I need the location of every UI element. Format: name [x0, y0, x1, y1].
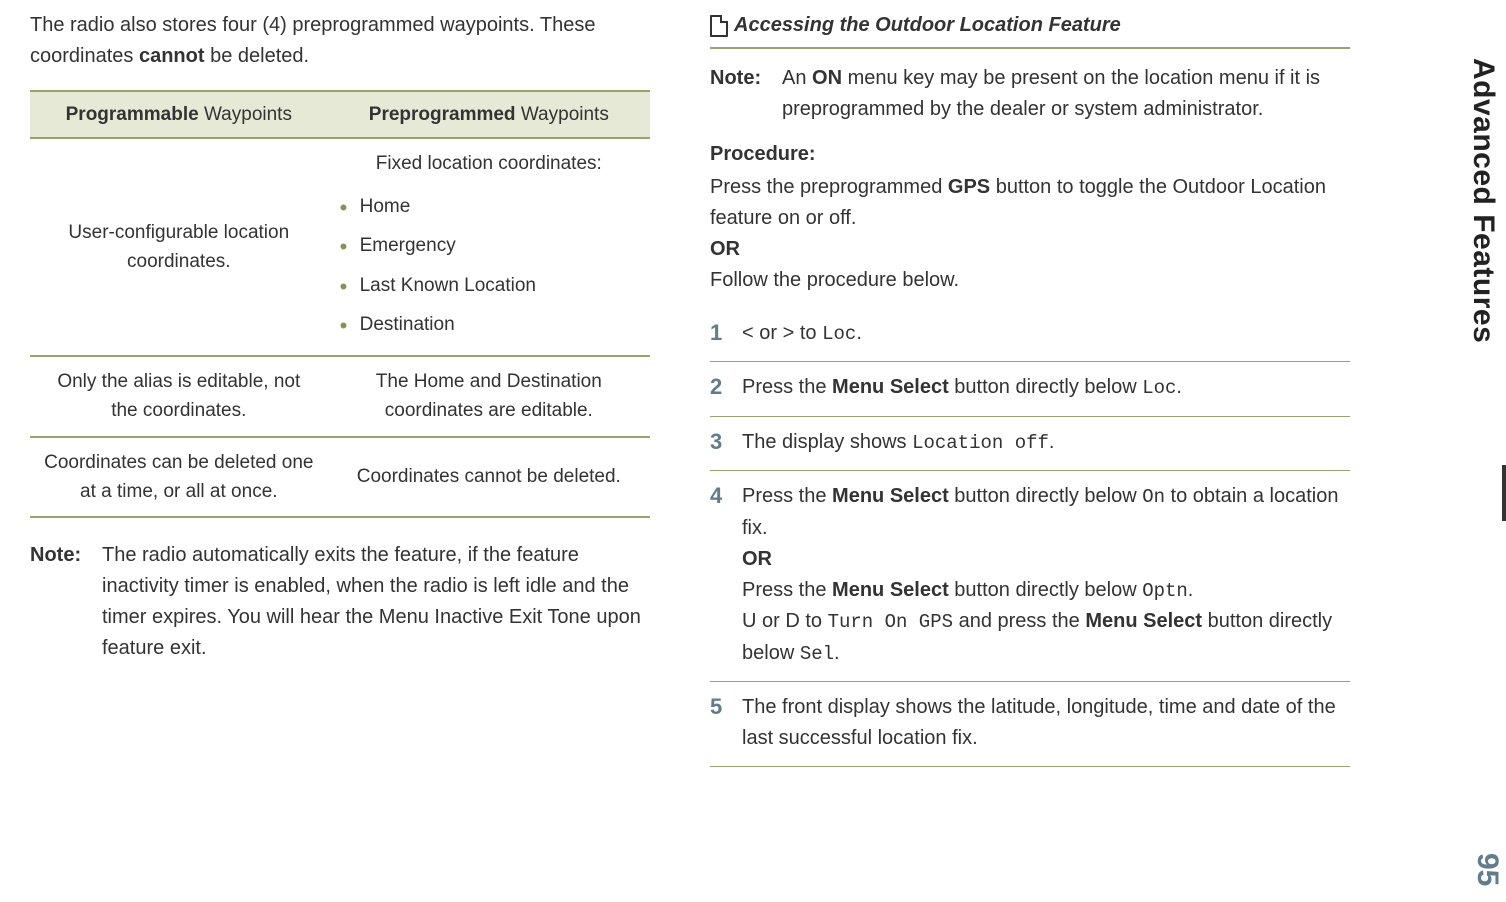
fixed-title: Fixed location coordinates: [340, 149, 638, 178]
cell: Fixed location coordinates: Home Emergen… [328, 138, 650, 355]
step-item: Press the Menu Select button directly be… [710, 362, 1350, 416]
text: to [805, 610, 827, 632]
text-bold: GPS [948, 176, 990, 198]
code: On [1142, 486, 1165, 508]
step-item: < or > to Loc. [710, 308, 1350, 362]
section-title: Accessing the Outdoor Location Feature [710, 10, 1350, 49]
text: Press the [742, 579, 832, 601]
note-block: Note: The radio automatically exits the … [30, 540, 650, 664]
cell: User-configurable location coordinates. [30, 138, 328, 355]
step-item: Press the Menu Select button directly be… [710, 471, 1350, 682]
list-item: Destination [340, 305, 638, 344]
text: button directly below [949, 579, 1142, 601]
note-label: Note: [710, 63, 772, 125]
section-title-text: Accessing the Outdoor Location Feature [734, 10, 1121, 41]
text: button directly below [949, 485, 1142, 507]
text: or [759, 322, 777, 344]
th-rest: Waypoints [199, 104, 292, 125]
code: Location off [912, 432, 1049, 454]
procedure-label: Procedure: [710, 139, 1350, 170]
text-bold: Menu Select [832, 485, 949, 507]
side-tab-label: Advanced Features [1466, 58, 1500, 343]
right-column: Accessing the Outdoor Location Feature N… [710, 10, 1350, 882]
th-bold: Preprogrammed [369, 104, 516, 125]
text: The front display shows the latitude, lo… [742, 696, 1336, 749]
text-bold: cannot [139, 45, 205, 67]
note-label: Note: [30, 540, 92, 664]
table-row: Coordinates can be deleted one at a time… [30, 437, 650, 518]
table-row: Only the alias is editable, not the coor… [30, 356, 650, 437]
step-item: The display shows Location off. [710, 417, 1350, 471]
fixed-list: Home Emergency Last Known Location Desti… [340, 187, 638, 345]
text: . [1188, 579, 1194, 601]
cell: Coordinates can be deleted one at a time… [30, 437, 328, 518]
text: The display shows [742, 431, 912, 453]
text: and press the [953, 610, 1085, 632]
code: Optn [1142, 580, 1188, 602]
table-row: User-configurable location coordinates. … [30, 138, 650, 355]
text: > [777, 322, 800, 344]
steps-list: < or > to Loc. Press the Menu Select but… [710, 308, 1350, 767]
cell: The Home and Destination coordinates are… [328, 356, 650, 437]
cell: Only the alias is editable, not the coor… [30, 356, 328, 437]
waypoints-table: Programmable Waypoints Preprogrammed Way… [30, 90, 650, 518]
or-label: OR [710, 238, 740, 260]
note-text: The radio automatically exits the featur… [102, 540, 650, 664]
text: . [1049, 431, 1055, 453]
th-bold: Programmable [66, 104, 199, 125]
text-bold: ON [812, 67, 842, 89]
text: button directly below [949, 376, 1142, 398]
note-text: An ON menu key may be present on the loc… [782, 63, 1350, 125]
note-block: Note: An ON menu key may be present on t… [710, 63, 1350, 125]
th-rest: Waypoints [516, 104, 609, 125]
document-icon [710, 15, 728, 37]
text: The radio also stores four (4) preprogra… [30, 14, 595, 67]
text: to [800, 322, 822, 344]
text: . [1176, 376, 1182, 398]
text: . [834, 642, 840, 664]
text: Press the [742, 485, 832, 507]
step-item: The front display shows the latitude, lo… [710, 682, 1350, 767]
code: Sel [800, 643, 834, 665]
text: or [762, 610, 785, 632]
waypoint-intro: The radio also stores four (4) preprogra… [30, 10, 650, 72]
procedure-intro: Press the preprogrammed GPS button to to… [710, 172, 1350, 296]
text-bold: Menu Select [1085, 610, 1202, 632]
code: Loc [1142, 377, 1176, 399]
col-header-preprogrammed: Preprogrammed Waypoints [328, 91, 650, 138]
list-item: Emergency [340, 226, 638, 265]
cell: Coordinates cannot be deleted. [328, 437, 650, 518]
text: Press the preprogrammed [710, 176, 948, 198]
page-number: 95 [1470, 853, 1504, 886]
text: An [782, 67, 812, 89]
text: Follow the procedure below. [710, 269, 959, 291]
text: be deleted. [205, 45, 310, 67]
text-bold: Menu Select [832, 579, 949, 601]
text: D [785, 610, 805, 632]
left-column: The radio also stores four (4) preprogra… [30, 10, 650, 882]
list-item: Last Known Location [340, 266, 638, 305]
side-tab-marker [1502, 465, 1506, 521]
or-label: OR [742, 548, 772, 570]
text-bold: Menu Select [832, 376, 949, 398]
text: menu key may be present on the location … [782, 67, 1320, 120]
text: < [742, 322, 759, 344]
text: Press the [742, 376, 832, 398]
col-header-programmable: Programmable Waypoints [30, 91, 328, 138]
list-item: Home [340, 187, 638, 226]
code: Loc [822, 323, 856, 345]
text: U [742, 610, 762, 632]
text: . [856, 322, 862, 344]
code: Turn On GPS [828, 611, 953, 633]
